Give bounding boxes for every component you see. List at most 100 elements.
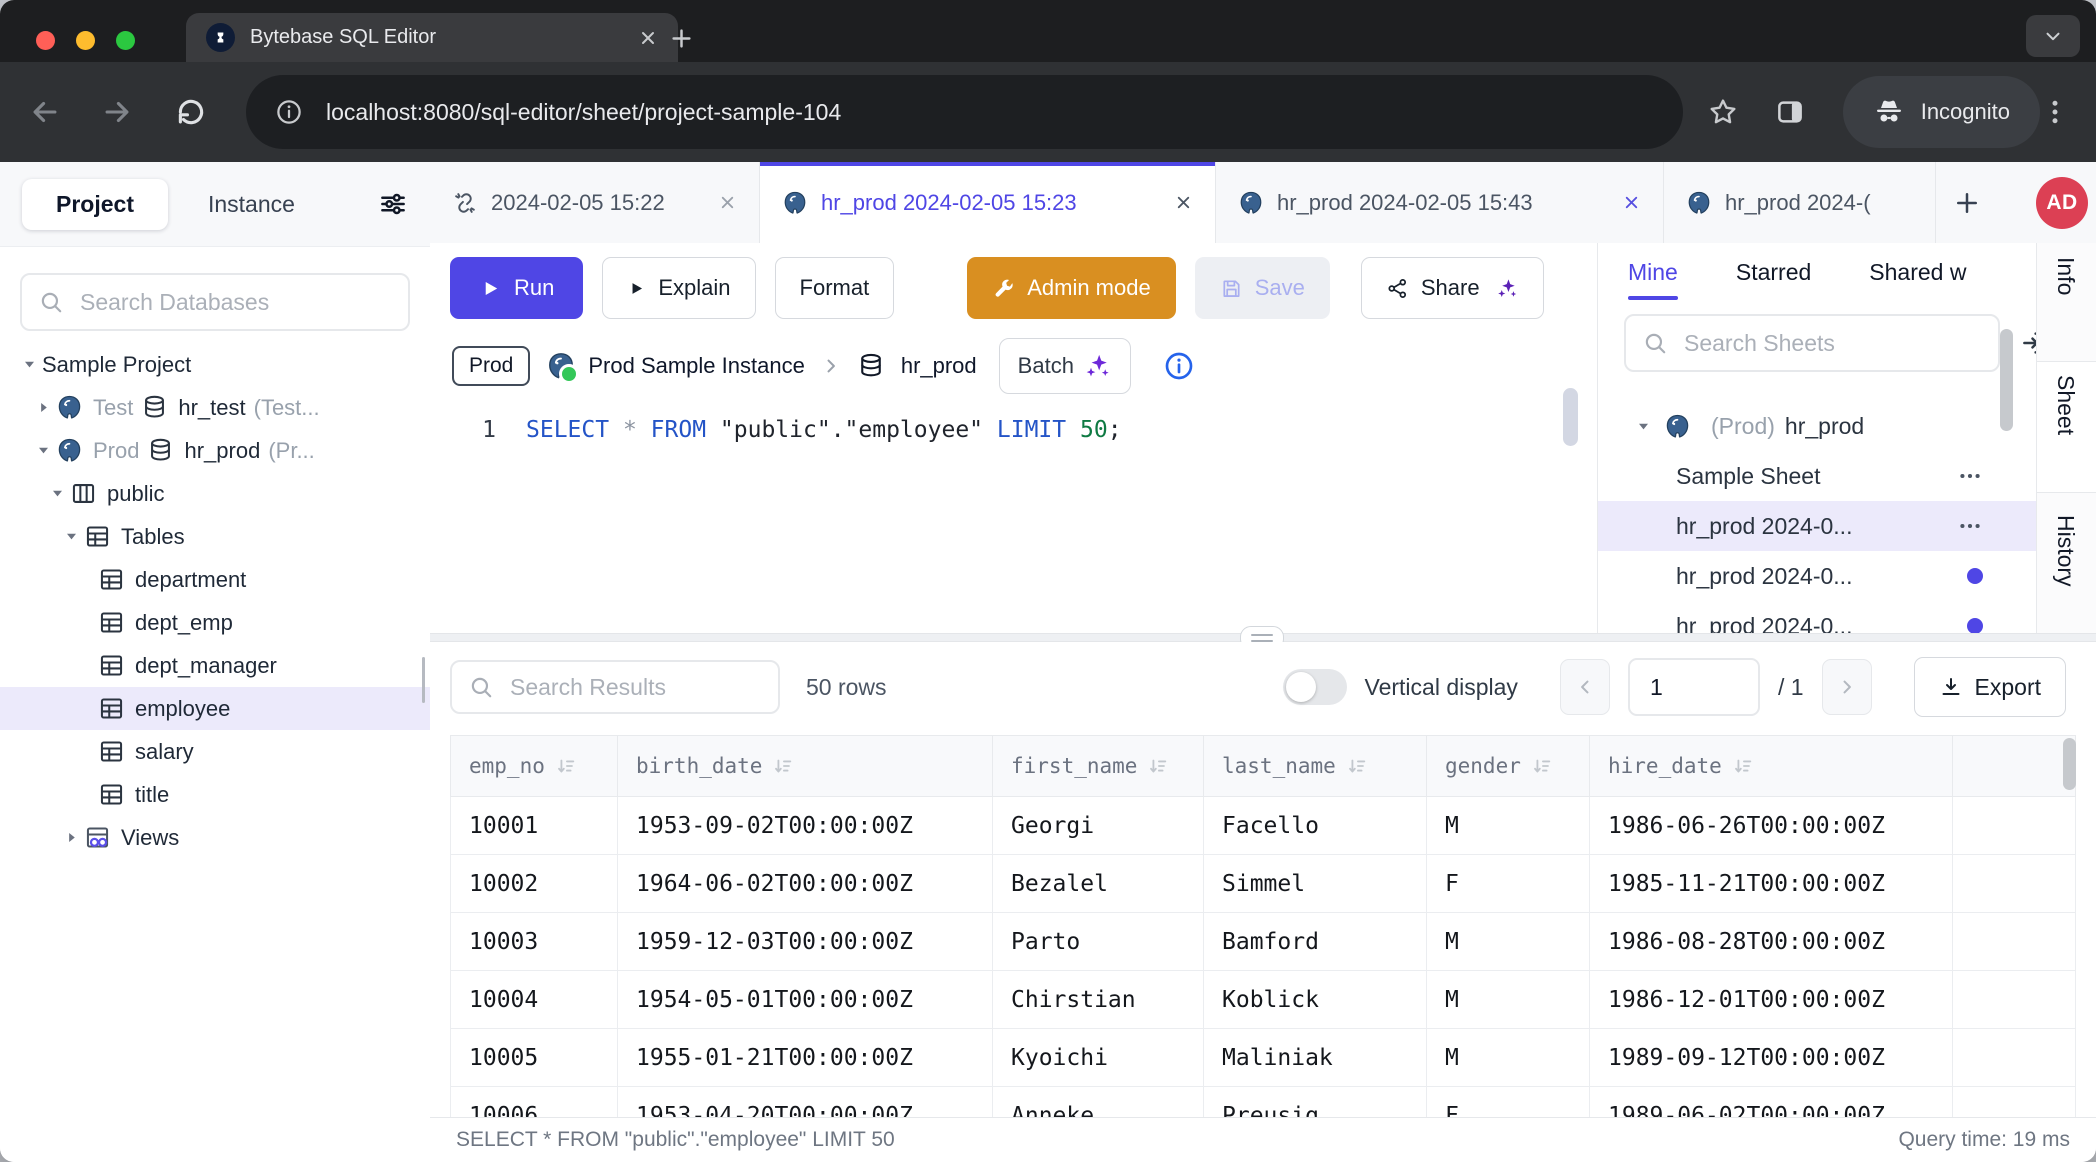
cell-hire_date[interactable]: 1989-06-02T00:00:00Z	[1590, 1087, 1953, 1117]
results-search-input[interactable]	[508, 673, 762, 702]
cell-first_name[interactable]: Georgi	[993, 797, 1204, 855]
cell-hire_date[interactable]: 1986-06-26T00:00:00Z	[1590, 797, 1953, 855]
vertical-display-toggle[interactable]	[1283, 669, 1347, 705]
sql-code-editor[interactable]: 1 SELECT * FROM "public"."employee" LIMI…	[430, 413, 1597, 447]
tab-instance[interactable]: Instance	[180, 179, 323, 230]
sheet-search[interactable]	[1624, 314, 2000, 372]
batch-button[interactable]: Batch	[999, 338, 1131, 394]
sort-icon[interactable]	[555, 755, 577, 777]
sheet-item-3[interactable]: hr_prod 2024-0...	[1598, 551, 2037, 601]
cell-emp_no[interactable]: 10002	[450, 855, 618, 913]
caret-down-icon[interactable]	[1632, 419, 1654, 434]
instance-breadcrumb[interactable]: Prod Sample Instance	[546, 351, 804, 381]
tab-shared-w[interactable]: Shared w	[1869, 259, 1966, 300]
next-page-button[interactable]	[1822, 659, 1872, 715]
side-tab-history[interactable]: History	[2052, 515, 2079, 587]
cell-emp_no[interactable]: 10003	[450, 913, 618, 971]
import-sheet-icon[interactable]	[2020, 328, 2037, 358]
filter-settings-icon[interactable]	[378, 189, 408, 219]
sort-icon[interactable]	[772, 755, 794, 777]
caret-down-icon[interactable]	[30, 443, 56, 458]
sheet-tab-2[interactable]: hr_prod 2024-02-05 15:23	[760, 162, 1216, 243]
connection-info-icon[interactable]	[1163, 350, 1195, 382]
sheet-item-1[interactable]: Sample Sheet	[1598, 451, 2037, 501]
cell-emp_no[interactable]: 10006	[450, 1087, 618, 1117]
sort-icon[interactable]	[1346, 755, 1368, 777]
tab-project[interactable]: Project	[22, 179, 168, 230]
cell-last_name[interactable]: Maliniak	[1204, 1029, 1427, 1087]
caret-down-icon[interactable]	[44, 486, 70, 501]
database-search[interactable]	[20, 273, 410, 331]
tree-item-title[interactable]: title	[0, 773, 430, 816]
cell-gender[interactable]: M	[1427, 913, 1590, 971]
sheet-item-2[interactable]: hr_prod 2024-0...	[1598, 501, 2037, 551]
cell-gender[interactable]: F	[1427, 1087, 1590, 1117]
tree-item-department[interactable]: department	[0, 558, 430, 601]
sheet-group-header[interactable]: (Prod)hr_prod	[1598, 401, 2037, 451]
export-button[interactable]: Export	[1914, 657, 2066, 717]
cell-first_name[interactable]: Anneke	[993, 1087, 1204, 1117]
tree-item-public[interactable]: public	[0, 472, 430, 515]
cell-first_name[interactable]: Chirstian	[993, 971, 1204, 1029]
back-button[interactable]	[28, 95, 62, 129]
sheet-tab-4[interactable]: hr_prod 2024-(	[1664, 162, 1936, 243]
cell-last_name[interactable]: Simmel	[1204, 855, 1427, 913]
tree-item-hr-test[interactable]: Testhr_test(Test...	[0, 386, 430, 429]
cell-birth_date[interactable]: 1964-06-02T00:00:00Z	[618, 855, 993, 913]
format-button[interactable]: Format	[775, 257, 895, 319]
reload-button[interactable]	[174, 95, 208, 129]
admin-mode-button[interactable]: Admin mode	[967, 257, 1176, 319]
tab-mine[interactable]: Mine	[1628, 259, 1678, 300]
column-header-last_name[interactable]: last_name	[1204, 735, 1427, 797]
cell-hire_date[interactable]: 1986-12-01T00:00:00Z	[1590, 971, 1953, 1029]
tab-starred[interactable]: Starred	[1736, 259, 1811, 300]
cell-hire_date[interactable]: 1985-11-21T00:00:00Z	[1590, 855, 1953, 913]
forward-button[interactable]	[100, 95, 134, 129]
tab-search-button[interactable]	[2026, 15, 2080, 57]
sort-icon[interactable]	[1732, 755, 1754, 777]
minimize-window-button[interactable]	[76, 31, 95, 50]
column-header-hire_date[interactable]: hire_date	[1590, 735, 1953, 797]
browser-menu-icon[interactable]	[2040, 97, 2070, 127]
caret-right-icon[interactable]	[58, 830, 84, 845]
site-info-icon[interactable]	[274, 97, 304, 127]
cell-birth_date[interactable]: 1954-05-01T00:00:00Z	[618, 971, 993, 1029]
column-header-emp_no[interactable]: emp_no	[450, 735, 618, 797]
column-header-gender[interactable]: gender	[1427, 735, 1590, 797]
sheet-search-input[interactable]	[1682, 329, 1982, 358]
caret-right-icon[interactable]	[30, 400, 56, 415]
explain-button[interactable]: Explain	[602, 257, 755, 319]
page-input[interactable]	[1628, 658, 1760, 716]
tree-item-dept-manager[interactable]: dept_manager	[0, 644, 430, 687]
sheet-tab-3[interactable]: hr_prod 2024-02-05 15:43	[1216, 162, 1664, 243]
sheet-item-4[interactable]: hr_prod 2024-0...	[1598, 601, 2037, 633]
database-search-input[interactable]	[78, 288, 392, 317]
cell-hire_date[interactable]: 1986-08-28T00:00:00Z	[1590, 913, 1953, 971]
results-scrollbar[interactable]	[2063, 738, 2076, 790]
cell-emp_no[interactable]: 10001	[450, 797, 618, 855]
cell-birth_date[interactable]: 1959-12-03T00:00:00Z	[618, 913, 993, 971]
sheet-list-scrollbar[interactable]	[2000, 329, 2013, 431]
cell-birth_date[interactable]: 1953-04-20T00:00:00Z	[618, 1087, 993, 1117]
save-button[interactable]: Save	[1195, 257, 1330, 319]
cell-first_name[interactable]: Parto	[993, 913, 1204, 971]
close-sheet-icon[interactable]	[1622, 193, 1641, 212]
database-name[interactable]: hr_prod	[901, 353, 977, 379]
side-tab-sheet[interactable]: Sheet	[2052, 375, 2079, 435]
share-button[interactable]: Share	[1361, 257, 1544, 319]
run-button[interactable]: Run	[450, 257, 583, 319]
column-header-birth_date[interactable]: birth_date	[618, 735, 993, 797]
cell-first_name[interactable]: Kyoichi	[993, 1029, 1204, 1087]
tree-item-employee[interactable]: employee	[0, 687, 430, 730]
bookmark-star-icon[interactable]	[1707, 96, 1739, 128]
tree-item-tables[interactable]: Tables	[0, 515, 430, 558]
side-panel-icon[interactable]	[1775, 97, 1805, 127]
tree-item-views[interactable]: Views	[0, 816, 430, 859]
close-sheet-icon[interactable]	[718, 193, 737, 212]
results-search[interactable]	[450, 660, 780, 714]
cell-gender[interactable]: M	[1427, 1029, 1590, 1087]
prev-page-button[interactable]	[1560, 659, 1610, 715]
sheet-tab-1[interactable]: 2024-02-05 15:22	[430, 162, 760, 243]
more-options-icon[interactable]	[1957, 513, 1983, 539]
cell-emp_no[interactable]: 10004	[450, 971, 618, 1029]
